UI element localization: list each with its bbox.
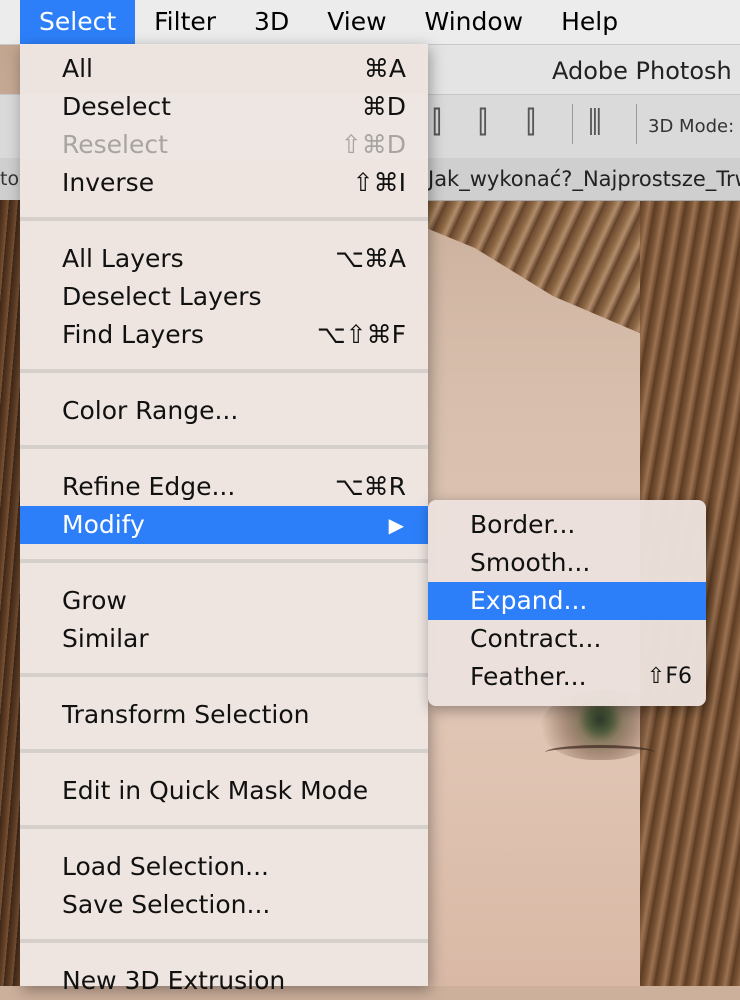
- menu-item-label: All: [62, 54, 93, 83]
- modify-submenu: Border... Smooth... Expand... Contract... Fe…: [428, 500, 706, 706]
- menu-item-label: Similar: [62, 624, 149, 653]
- 3d-mode-label: 3D Mode:: [648, 116, 735, 137]
- menu-item-shortcut: ⇧⌘D: [340, 130, 406, 159]
- photo-hair-left: [0, 200, 20, 986]
- menu-item-label: Transform Selection: [62, 700, 310, 729]
- menu-item-shortcut: ⌘A: [363, 54, 406, 83]
- menu-item-label: Grow: [62, 586, 127, 615]
- menu-item-label: Reselect: [62, 130, 168, 159]
- menu-item-shortcut: ⌘D: [361, 92, 406, 121]
- menu-item-label: Deselect Layers: [62, 282, 262, 311]
- select-menu: All ⌘A Deselect ⌘D Reselect ⇧⌘D Inverse ⇧⌘I All …: [20, 44, 428, 995]
- menu-item-save-selection[interactable]: Save Selection...: [20, 886, 428, 924]
- submenu-item-feather[interactable]: Feather... ⇧F6: [428, 658, 706, 696]
- menu-item-shortcut: ⇧⌘I: [352, 168, 406, 197]
- submenu-item-label: Smooth...: [470, 548, 591, 577]
- menu-item-reselect: Reselect ⇧⌘D: [20, 126, 428, 164]
- menu-item-new-3d-extrusion[interactable]: New 3D Extrusion: [20, 962, 428, 1000]
- menubar-stub: [0, 0, 20, 44]
- submenu-item-label: Expand...: [470, 586, 588, 615]
- submenu-item-label: Contract...: [470, 624, 602, 653]
- menu-separator: [20, 825, 428, 829]
- menu-item-edit-in-quick-mask-mode[interactable]: Edit in Quick Mask Mode: [20, 772, 428, 810]
- menubar-view[interactable]: View: [308, 0, 405, 44]
- menu-item-label: All Layers: [62, 244, 184, 273]
- align-left-icon[interactable]: ⫿: [432, 108, 442, 138]
- distribute-icon[interactable]: ⫼: [588, 108, 602, 138]
- menu-separator: [20, 217, 428, 221]
- submenu-arrow-icon: ▶: [388, 513, 404, 537]
- menu-item-transform-selection[interactable]: Transform Selection: [20, 696, 428, 734]
- document-tab[interactable]: Jak_wykonać?_Najprostsze_Trw: [428, 158, 740, 201]
- options-divider: [636, 104, 637, 144]
- submenu-item-expand[interactable]: Expand...: [428, 582, 706, 620]
- menu-item-grow[interactable]: Grow: [20, 582, 428, 620]
- submenu-item-label: Feather...: [470, 662, 587, 691]
- menu-item-color-range[interactable]: Color Range...: [20, 392, 428, 430]
- document-tab-left[interactable]: tov: [0, 158, 20, 200]
- menu-item-deselect[interactable]: Deselect ⌘D: [20, 88, 428, 126]
- menu-item-label: Color Range...: [62, 396, 239, 425]
- menu-item-shortcut: ⌥⌘A: [335, 244, 406, 273]
- submenu-item-smooth[interactable]: Smooth...: [428, 544, 706, 582]
- options-divider: [572, 104, 573, 144]
- menubar-window[interactable]: Window: [406, 0, 543, 44]
- menubar-filter[interactable]: Filter: [135, 0, 235, 44]
- submenu-item-border[interactable]: Border...: [428, 506, 706, 544]
- menu-item-label: Deselect: [62, 92, 171, 121]
- menu-item-label: Find Layers: [62, 320, 204, 349]
- menu-item-label: Load Selection...: [62, 852, 269, 881]
- menu-separator: [20, 369, 428, 373]
- menu-separator: [20, 559, 428, 563]
- menu-item-shortcut: ⌥⌘R: [334, 472, 406, 501]
- menu-item-all-layers[interactable]: All Layers ⌥⌘A: [20, 240, 428, 278]
- menu-separator: [20, 939, 428, 943]
- menu-item-label: Modify: [62, 510, 145, 539]
- menu-item-refine-edge[interactable]: Refine Edge... ⌥⌘R: [20, 468, 428, 506]
- menu-item-shortcut: ⌥⇧⌘F: [316, 320, 406, 349]
- photo-eyelash: [545, 745, 655, 760]
- menubar-select[interactable]: Select: [20, 0, 136, 44]
- submenu-item-contract[interactable]: Contract...: [428, 620, 706, 658]
- submenu-item-shortcut: ⇧F6: [646, 664, 692, 689]
- menu-item-label: Refine Edge...: [62, 472, 236, 501]
- menu-item-all[interactable]: All ⌘A: [20, 50, 428, 88]
- menu-item-label: Edit in Quick Mask Mode: [62, 776, 369, 805]
- menu-item-find-layers[interactable]: Find Layers ⌥⇧⌘F: [20, 316, 428, 354]
- menu-item-modify[interactable]: Modify ▶: [20, 506, 428, 544]
- menu-item-similar[interactable]: Similar: [20, 620, 428, 658]
- menu-item-label: Save Selection...: [62, 890, 271, 919]
- menubar-help[interactable]: Help: [542, 0, 637, 44]
- menu-item-deselect-layers[interactable]: Deselect Layers: [20, 278, 428, 316]
- align-center-icon[interactable]: ⫿: [478, 108, 488, 138]
- menu-separator: [20, 673, 428, 677]
- menu-item-label: Inverse: [62, 168, 155, 197]
- app-title: Adobe Photosh: [428, 44, 740, 94]
- menubar-3d[interactable]: 3D: [235, 0, 308, 44]
- align-right-icon[interactable]: ⫿: [526, 108, 536, 138]
- menu-item-inverse[interactable]: Inverse ⇧⌘I: [20, 164, 428, 202]
- submenu-item-label: Border...: [470, 510, 576, 539]
- menu-separator: [20, 749, 428, 753]
- menu-item-label: New 3D Extrusion: [62, 966, 286, 995]
- menu-separator: [20, 445, 428, 449]
- menu-item-load-selection[interactable]: Load Selection...: [20, 848, 428, 886]
- menu-bar: Select Filter 3D View Window Help: [0, 0, 740, 45]
